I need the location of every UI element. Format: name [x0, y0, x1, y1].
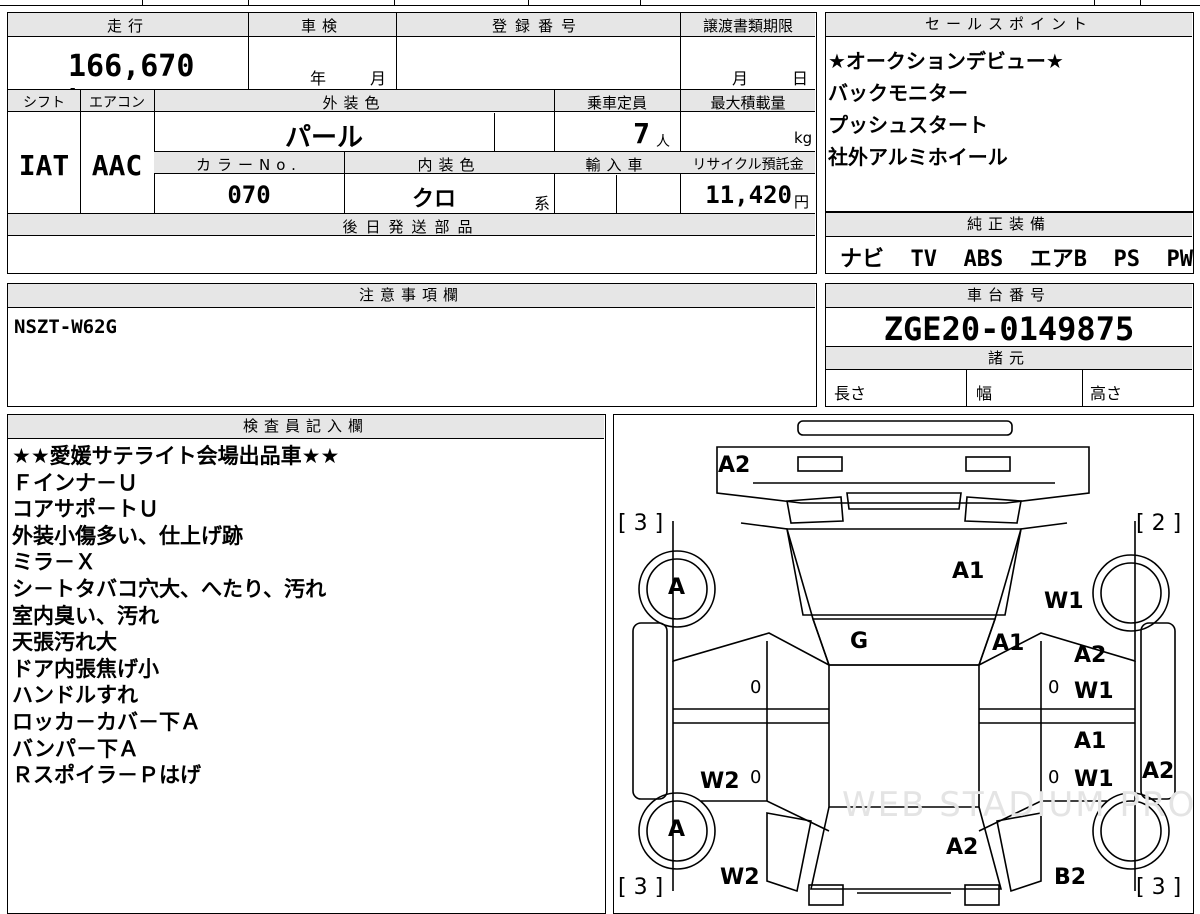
equipment-item: エアB: [1029, 247, 1088, 272]
inspector-note: Ｒスポイラ－Ｐはげ: [12, 763, 201, 788]
caution-text: NSZT-W62G: [14, 316, 117, 338]
watermark: WEB STADIUM PRO: [842, 785, 1197, 825]
equipment-item: ナビ: [840, 247, 885, 272]
wheel-rear-left-mark: A: [668, 817, 686, 842]
registration-header: 登録番号: [491, 17, 584, 35]
color-no-value: 070: [227, 181, 271, 209]
genuine-equipment-panel: 純正装備 ナビ TV ABS エアB PS PW: [825, 212, 1194, 274]
mark-right-fender: W1: [1044, 589, 1084, 614]
mark-right-rear-door-1: A1: [1074, 729, 1107, 754]
chassis-number: ZGE20-0149875: [883, 310, 1135, 348]
genuine-equipment-header: 純正装備: [826, 213, 1192, 237]
vehicle-info-table: 走行 車検 登録番号 譲渡書類期限 166,670 km 年 月 月 日 シフト…: [7, 12, 817, 274]
transfer-month: 月: [732, 69, 749, 88]
mark-rear-glass-area: A2: [946, 835, 979, 860]
mark-left-rear-door: W2: [700, 769, 740, 794]
inspector-note: コアサポ－トＵ: [12, 497, 159, 522]
wheel-front-left-mark: A: [668, 575, 686, 600]
corner-label-tl: [ 3 ]: [618, 511, 664, 536]
spec-width: 幅: [976, 384, 993, 403]
equipment-item: ABS: [963, 247, 1004, 272]
corner-label-tr: [ 2 ]: [1136, 511, 1182, 536]
interior-suffix: 系: [534, 194, 551, 213]
recycle-unit: 円: [794, 193, 810, 211]
mark-right-front-door-2: W1: [1074, 679, 1114, 704]
recycle-header: リサイクル預託金: [692, 157, 804, 173]
inspector-note: 外装小傷多い、仕上げ跡: [12, 523, 243, 548]
inspection-month: 月: [370, 69, 387, 88]
shift-value: IAT: [18, 149, 70, 182]
inspector-note: Ｆインナ－Ｕ: [12, 470, 138, 495]
mark-hood: A1: [952, 559, 985, 584]
mark-windshield: G: [850, 629, 869, 654]
interior-value: クロ: [411, 187, 456, 212]
import-header: 輸入車: [585, 156, 649, 174]
exterior-header: 外装色: [322, 94, 386, 112]
inspector-note: バンパ－下Ａ: [12, 736, 140, 761]
mileage-number: 166,670: [68, 49, 195, 84]
damage-diagram-panel: [ 3 ] [ 2 ] [ 3 ] [ 3 ] A A 0 0 0 0 A2 A…: [613, 414, 1194, 914]
sales-points-panel: セールスポイント ★オークションデビュー★ バックモニター プッシュスタート 社…: [825, 12, 1194, 212]
mark-right-a-pillar: A1: [992, 631, 1025, 656]
caution-panel: 注意事項欄 NSZT-W62G: [7, 283, 817, 407]
equipment-item: PW: [1166, 247, 1194, 272]
later-parts-header: 後日発送部品: [342, 218, 481, 236]
top-strip: [0, 0, 1200, 6]
inspector-header: 検査員記入欄: [8, 415, 604, 439]
capacity-value: 7: [633, 117, 650, 150]
spec-height: 高さ: [1090, 384, 1123, 403]
inspector-note: 天張汚れ大: [12, 630, 117, 655]
inspector-note: ミラ－Ｘ: [12, 550, 96, 575]
chassis-header: 車台番号: [826, 284, 1192, 308]
corner-label-bl: [ 3 ]: [618, 875, 664, 900]
ac-value: AAC: [91, 149, 143, 182]
load-unit: kg: [794, 129, 813, 147]
ac-header: エアコン: [89, 95, 145, 111]
zero-mark: 0: [1048, 677, 1060, 698]
load-header: 最大積載量: [710, 94, 786, 112]
zero-mark: 0: [750, 677, 762, 698]
equipment-item: PS: [1113, 247, 1141, 272]
caution-header: 注意事項欄: [8, 284, 815, 308]
corner-label-br: [ 3 ]: [1136, 875, 1182, 900]
inspector-panel: 検査員記入欄 ★★愛媛サテライト会場出品車★★ Ｆインナ－Ｕ コアサポ－トＵ 外…: [7, 414, 606, 914]
exterior-value: パール: [284, 123, 363, 153]
capacity-header: 乗車定員: [586, 94, 647, 112]
equipment-list: ナビ TV ABS エアB PS PW: [840, 241, 1193, 273]
inspector-note: シ－トタバコ穴大、へたり、汚れ: [12, 577, 327, 601]
sales-point-item: ★オークションデビュー★: [828, 49, 1064, 73]
spec-length: 長さ: [834, 384, 867, 403]
recycle-value: 11,420: [705, 181, 792, 209]
sales-point-item: プッシュスタート: [828, 113, 988, 137]
mark-front-bumper: A2: [718, 453, 751, 478]
equipment-item: TV: [910, 247, 938, 272]
capacity-unit: 人: [656, 134, 670, 150]
inspector-note: ロッカ－カバ－下Ａ: [12, 710, 201, 734]
sales-points-header: セールスポイント: [826, 13, 1192, 37]
inspector-note: 室内臭い、汚れ: [12, 603, 159, 628]
specs-header: 諸元: [826, 346, 1192, 370]
mark-right-rocker: A2: [1142, 759, 1175, 784]
chassis-panel: 車台番号 ZGE20-0149875 諸元 長さ 幅 高さ: [825, 283, 1194, 407]
inspector-note: ドア内張焦げ小: [12, 656, 159, 681]
shift-header: シフト: [23, 95, 65, 111]
inspection-header: 車検: [300, 17, 343, 35]
color-no-header: カラーNo.: [196, 156, 302, 174]
transfer-header: 譲渡書類期限: [702, 17, 793, 35]
sales-point-item: バックモニター: [828, 81, 968, 105]
sales-point-item: 社外アルミホイール: [828, 145, 1008, 169]
mark-right-quarter: B2: [1054, 865, 1087, 890]
mark-right-front-door-1: A2: [1074, 643, 1107, 668]
inspection-year: 年: [310, 69, 327, 88]
inspector-note: ★★愛媛サテライト会場出品車★★: [12, 444, 340, 468]
zero-mark: 0: [750, 767, 762, 788]
mileage-header: 走行: [106, 17, 149, 35]
interior-header: 内装色: [417, 156, 481, 174]
transfer-day: 日: [792, 69, 809, 88]
mark-left-quarter: W2: [720, 865, 760, 890]
inspector-note: ハンドルすれ: [12, 683, 138, 708]
